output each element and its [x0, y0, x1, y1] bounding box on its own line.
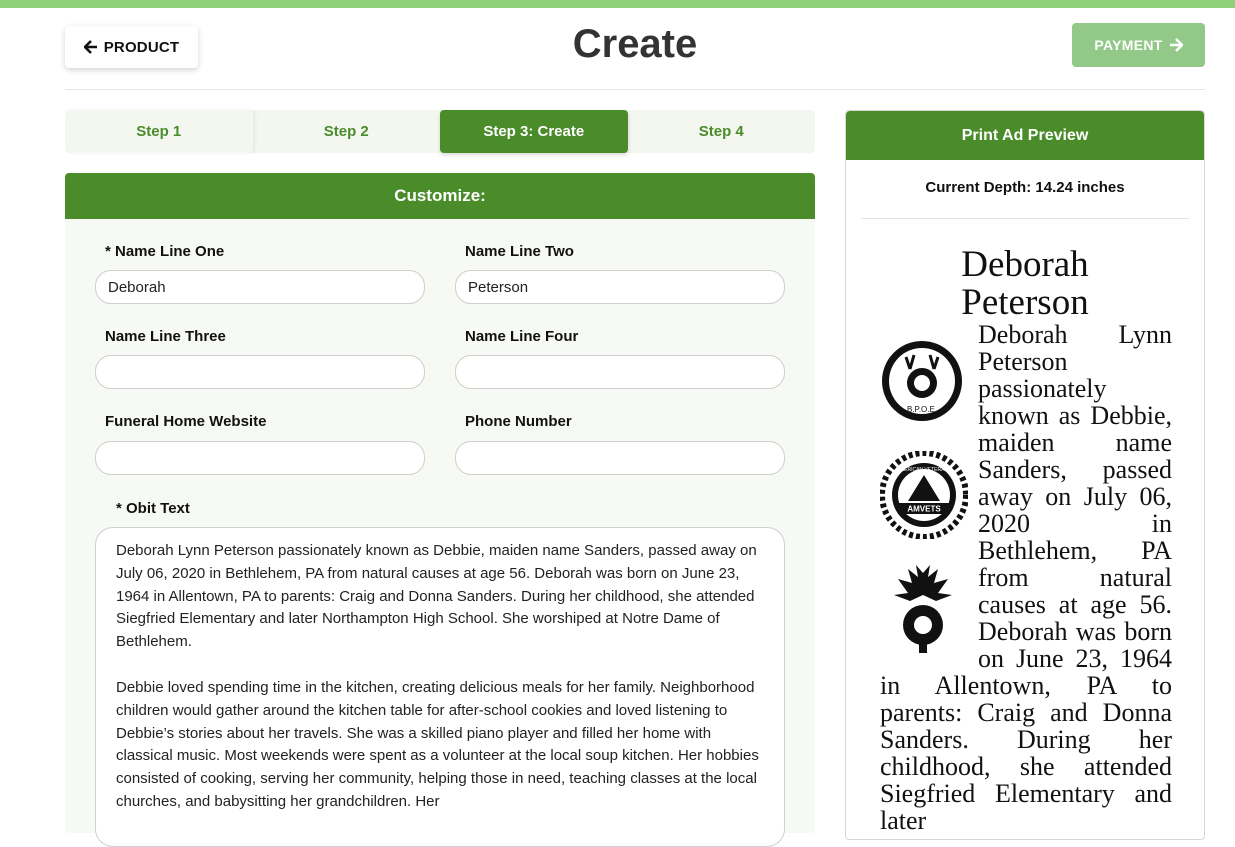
- tab-step-1[interactable]: Step 1: [65, 110, 253, 153]
- customize-heading: Customize:: [65, 173, 815, 219]
- obit-paragraph-2: Debbie loved spending time in the kitche…: [116, 678, 759, 810]
- ad-name-heading: Deborah Peterson: [846, 246, 1204, 322]
- next-to-payment-button[interactable]: PAYMENT: [1072, 23, 1205, 67]
- page-header: PRODUCT Create PAYMENT: [65, 8, 1205, 90]
- preview-divider: [861, 218, 1189, 219]
- next-button-label: PAYMENT: [1094, 37, 1163, 53]
- ad-name-line-2: Peterson: [961, 282, 1089, 323]
- ad-emblem-spacer: [880, 321, 978, 649]
- ad-name-line-1: Deborah: [961, 244, 1089, 285]
- obit-paragraph-1: Deborah Lynn Peterson passionately known…: [116, 542, 757, 651]
- obit-textarea[interactable]: Deborah Lynn Peterson passionately known…: [95, 527, 785, 847]
- name-line-three-label: Name Line Three: [105, 328, 226, 345]
- obit-text-label: * Obit Text: [116, 500, 190, 517]
- name-line-three-input[interactable]: [95, 355, 425, 389]
- name-line-two-label: Name Line Two: [465, 243, 574, 260]
- tab-step-2[interactable]: Step 2: [253, 110, 441, 153]
- print-ad-preview-panel: Print Ad Preview Current Depth: 14.24 in…: [845, 110, 1205, 840]
- name-line-four-label: Name Line Four: [465, 328, 579, 345]
- ad-obit-text: Deborah Lynn Peterson passionately known…: [880, 321, 1172, 834]
- step-tabs: Step 1 Step 2 Step 3: Create Step 4: [65, 110, 815, 153]
- tab-step-4[interactable]: Step 4: [628, 110, 816, 153]
- tab-step-3-create[interactable]: Step 3: Create: [440, 110, 628, 153]
- arrow-right-icon: [1169, 38, 1183, 52]
- funeral-home-website-input[interactable]: [95, 441, 425, 475]
- preview-heading: Print Ad Preview: [846, 111, 1204, 160]
- phone-number-input[interactable]: [455, 441, 785, 475]
- customize-panel: Customize: * Name Line One Deborah Name …: [65, 173, 815, 847]
- name-line-two-input[interactable]: Peterson: [455, 270, 785, 304]
- funeral-home-website-label: Funeral Home Website: [105, 413, 267, 430]
- name-line-one-label: * Name Line One: [105, 243, 225, 260]
- top-accent-bar: [0, 0, 1235, 8]
- name-line-one-input[interactable]: Deborah: [95, 270, 425, 304]
- name-line-four-input[interactable]: [455, 355, 785, 389]
- phone-number-label: Phone Number: [465, 413, 572, 430]
- page-title: Create: [572, 22, 698, 66]
- current-depth-text: Current Depth: 14.24 inches: [925, 179, 1125, 196]
